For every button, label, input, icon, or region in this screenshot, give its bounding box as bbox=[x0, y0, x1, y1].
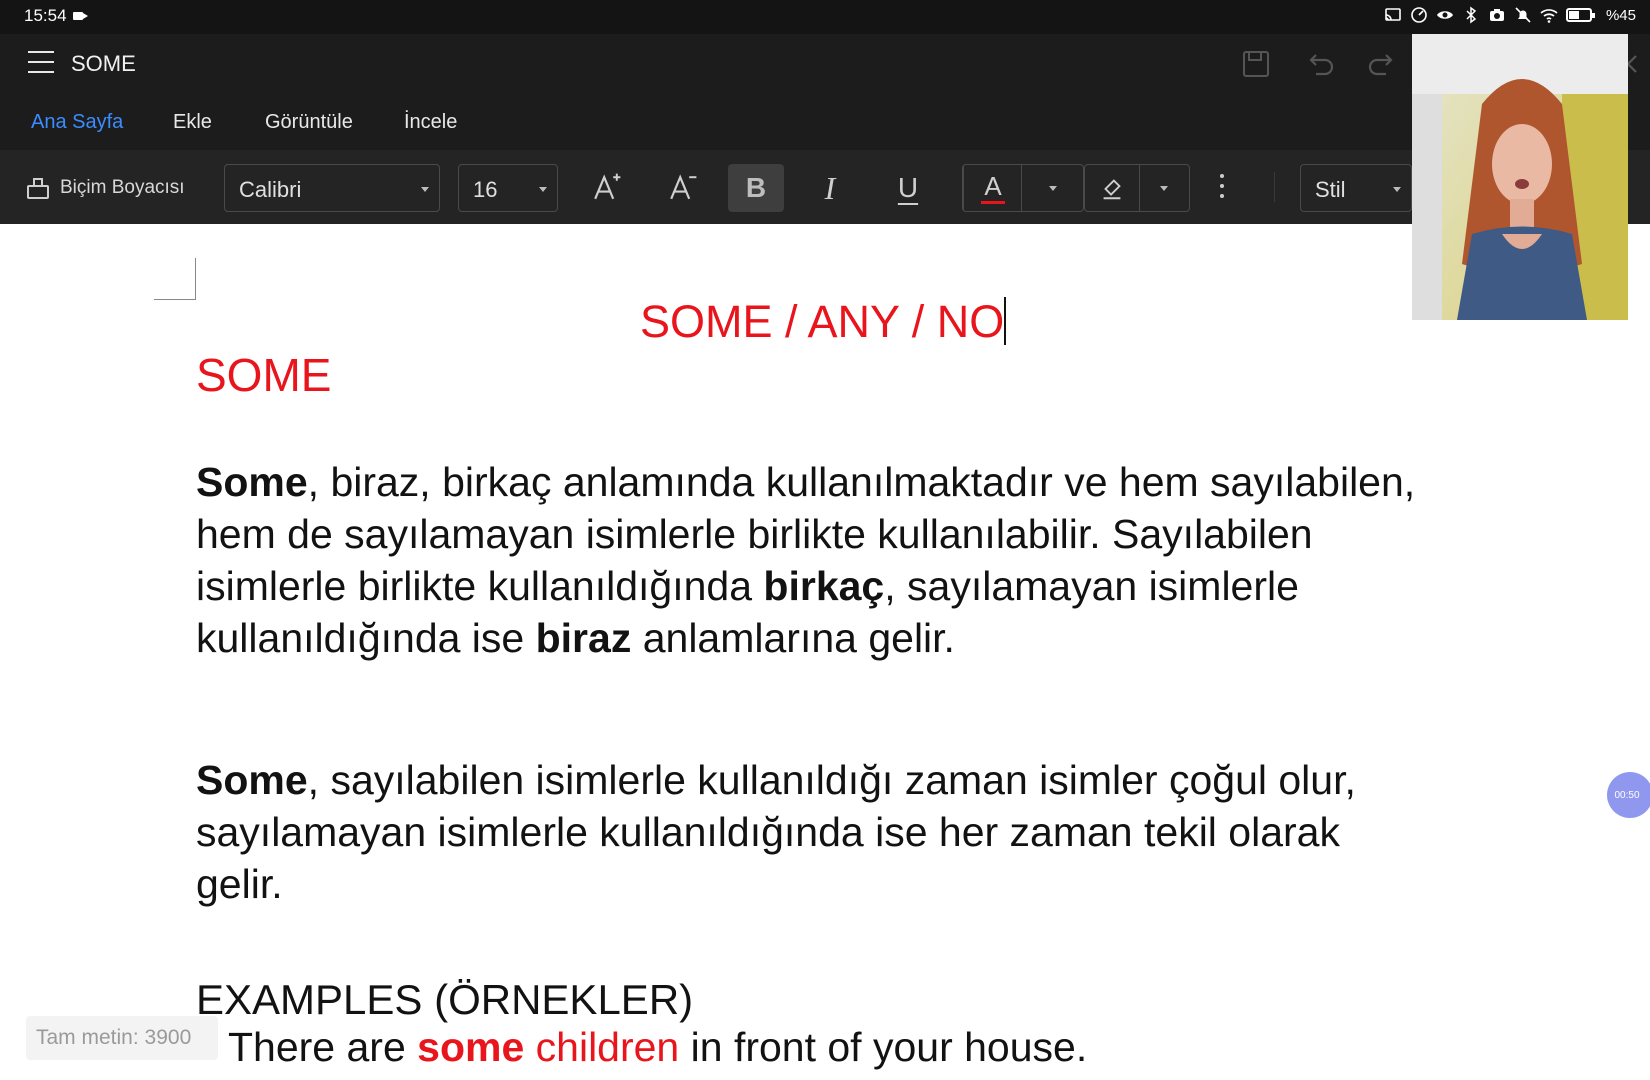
redo-icon[interactable] bbox=[1364, 46, 1400, 82]
document-title: SOME bbox=[71, 51, 136, 76]
increase-font-size-button[interactable] bbox=[578, 164, 634, 212]
highlighter-icon bbox=[1103, 179, 1121, 200]
tab-incele[interactable]: İncele bbox=[404, 111, 457, 134]
save-icon[interactable] bbox=[1238, 46, 1274, 82]
font-color-button[interactable]: A bbox=[963, 165, 1023, 211]
floating-timer-bubble[interactable]: 00:50 bbox=[1607, 772, 1650, 818]
battery-icon bbox=[1565, 8, 1595, 22]
font-grow-icon bbox=[594, 173, 621, 200]
decrease-font-size-button[interactable] bbox=[654, 164, 710, 212]
highlight-dropdown[interactable] bbox=[1139, 165, 1189, 211]
font-size-value: 16 bbox=[473, 177, 498, 202]
cast-icon bbox=[1384, 6, 1402, 24]
paragraph-1: Some, biraz, birkaç anlamında kullanılma… bbox=[196, 459, 1416, 661]
format-painter-label: Biçim Boyacısı bbox=[60, 177, 185, 198]
chevron-down-icon bbox=[421, 187, 429, 192]
ribbon-tabs: Ana Sayfa Ekle Görüntüle İncele bbox=[0, 94, 1650, 150]
document-canvas[interactable]: SOME / ANY / NO SOME Some, biraz, birkaç… bbox=[0, 224, 1650, 1080]
tab-ana-sayfa[interactable]: Ana Sayfa bbox=[31, 111, 123, 134]
font-family-value: Calibri bbox=[239, 177, 302, 202]
style-value: Stil bbox=[1315, 177, 1346, 202]
eye-icon bbox=[1436, 6, 1454, 24]
paragraph-2: Some, sayılabilen isimlerle kullanıldığı… bbox=[196, 757, 1356, 907]
speed-icon bbox=[1410, 6, 1428, 24]
chevron-down-icon bbox=[1393, 187, 1401, 192]
text-cursor bbox=[1004, 297, 1007, 345]
chevron-down-icon bbox=[1049, 185, 1057, 191]
wifi-icon bbox=[1540, 6, 1558, 24]
word-count-badge: Tam metin: 3900 bbox=[26, 1016, 218, 1060]
chevron-down-icon bbox=[539, 187, 547, 192]
examples-heading: EXAMPLES (ÖRNEKLER) bbox=[196, 976, 694, 1023]
video-overlay[interactable] bbox=[1412, 34, 1628, 320]
font-color-control: A bbox=[962, 164, 1084, 212]
font-color-swatch bbox=[981, 200, 1005, 204]
title-bar: SOME bbox=[0, 34, 1650, 94]
section-heading: SOME bbox=[196, 349, 332, 401]
example-sentence: There are some children in front of your… bbox=[228, 1024, 1088, 1070]
highlight-button[interactable] bbox=[1085, 165, 1139, 211]
font-color-dropdown[interactable] bbox=[1023, 165, 1083, 211]
heading-text: SOME / ANY / NO bbox=[640, 296, 1005, 347]
underline-button[interactable]: U bbox=[880, 164, 936, 212]
format-painter-button[interactable]: Biçim Boyacısı bbox=[24, 174, 185, 202]
font-shrink-icon bbox=[670, 174, 697, 200]
presenter-video-frame bbox=[1412, 34, 1628, 320]
chevron-down-icon bbox=[1160, 185, 1168, 191]
undo-icon[interactable] bbox=[1302, 46, 1338, 82]
menu-icon[interactable] bbox=[28, 51, 54, 73]
font-family-select[interactable]: Calibri bbox=[224, 164, 440, 212]
status-icons: %45 bbox=[1384, 6, 1636, 24]
status-bar: 15:54 %45 bbox=[0, 0, 1650, 34]
clock: 15:54 bbox=[24, 6, 67, 25]
battery-level: %45 bbox=[1605, 6, 1636, 24]
font-color-glyph: A bbox=[984, 170, 1002, 201]
style-select[interactable]: Stil bbox=[1300, 164, 1412, 212]
font-size-select[interactable]: 16 bbox=[458, 164, 558, 212]
format-painter-icon bbox=[27, 178, 49, 199]
camera-icon bbox=[1488, 6, 1506, 24]
bold-button[interactable]: B bbox=[728, 164, 784, 212]
bluetooth-icon bbox=[1462, 6, 1480, 24]
tab-ekle[interactable]: Ekle bbox=[173, 111, 212, 134]
bell-off-icon bbox=[1514, 6, 1532, 24]
more-options-icon[interactable] bbox=[1220, 174, 1226, 204]
document-heading: SOME / ANY / NO bbox=[640, 296, 1007, 348]
highlight-control bbox=[1084, 164, 1190, 212]
screen-record-icon bbox=[73, 12, 88, 20]
italic-button[interactable]: I bbox=[802, 164, 858, 212]
page-margin-marker bbox=[154, 258, 196, 300]
tab-goruntule[interactable]: Görüntüle bbox=[265, 111, 353, 134]
